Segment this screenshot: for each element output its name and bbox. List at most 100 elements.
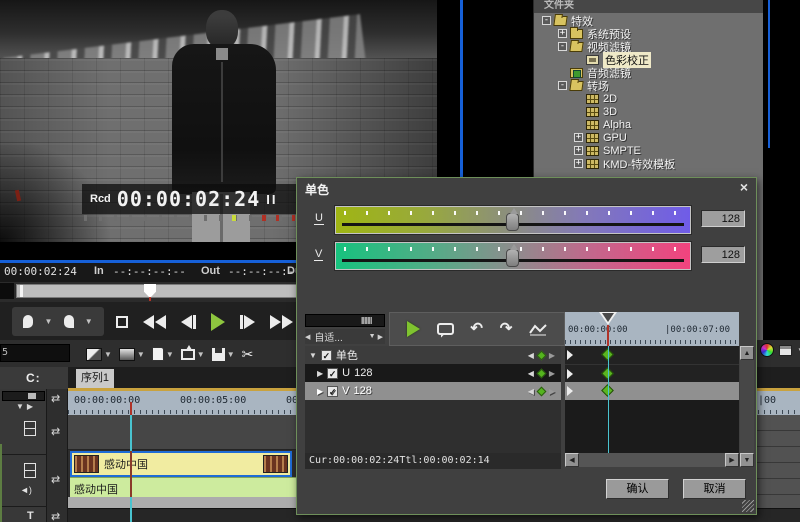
undo-button[interactable]: ↶ bbox=[470, 322, 483, 336]
row-expand-icon[interactable]: ▶ bbox=[317, 369, 323, 378]
resize-grip[interactable] bbox=[742, 500, 754, 512]
next-keyframe-icon[interactable]: ▶ bbox=[549, 387, 555, 396]
transition-tool-button[interactable]: ▼ bbox=[86, 348, 112, 361]
kf-row-v-selected[interactable]: ▶ ✓ V 128 ◀ ▶ bbox=[305, 382, 561, 400]
kf-track-v-selected[interactable] bbox=[565, 382, 739, 400]
transition-grid-icon bbox=[586, 159, 599, 169]
scroll-up-button[interactable]: ▲ bbox=[740, 346, 754, 360]
tree-item-audio-filters[interactable]: 音频滤镜 bbox=[534, 66, 763, 79]
collapse-toggle-icon[interactable]: - bbox=[558, 81, 567, 90]
cut-tool-icon[interactable]: ✂ bbox=[242, 346, 254, 363]
patch-swap-icon[interactable]: ⇄ bbox=[51, 510, 60, 522]
next-keyframe-icon[interactable]: ▶ bbox=[549, 351, 555, 360]
tree-item-transitions[interactable]: - 转场 bbox=[534, 79, 763, 92]
tree-item-kmd-template[interactable]: + KMD-特效模板 bbox=[534, 157, 763, 170]
kf-horizontal-scrollbar[interactable]: ◀ ▶ bbox=[565, 453, 739, 467]
collapse-toggle-icon[interactable]: - bbox=[558, 42, 567, 51]
play-button[interactable] bbox=[211, 313, 225, 331]
next-keyframe-icon[interactable]: ▶ bbox=[549, 369, 555, 378]
dialog-titlebar[interactable]: 单色 × bbox=[297, 178, 756, 198]
previous-frame-button[interactable] bbox=[181, 315, 196, 329]
v-value-field[interactable]: 128 bbox=[701, 246, 745, 263]
patch-swap-icon[interactable]: ⇄ bbox=[51, 392, 60, 405]
track-collapse-arrows[interactable]: ▼▶ bbox=[16, 402, 36, 411]
in-point-dropdown-icon[interactable]: ▼ bbox=[44, 317, 52, 326]
kf-track-monochrome[interactable] bbox=[565, 346, 739, 364]
curve-editor-icon[interactable] bbox=[529, 323, 547, 336]
save-button[interactable]: ▼ bbox=[212, 348, 235, 361]
confirm-button[interactable]: 确认 bbox=[606, 479, 669, 499]
set-in-point-icon[interactable] bbox=[23, 315, 33, 328]
tree-item-color-correction[interactable]: 色彩校正 bbox=[534, 53, 763, 66]
row-enabled-checkbox[interactable]: ✓ bbox=[327, 386, 338, 397]
tree-item-2d[interactable]: 2D bbox=[534, 92, 763, 105]
effect-icon bbox=[586, 55, 599, 65]
snap-magnet-toggle[interactable]: C: bbox=[0, 367, 68, 389]
expand-toggle-icon[interactable]: + bbox=[558, 29, 567, 38]
v-slider-thumb[interactable] bbox=[506, 249, 519, 267]
row-enabled-checkbox[interactable]: ✓ bbox=[327, 368, 338, 379]
kf-row-monochrome[interactable]: ▼ ✓ 单色 ◀ ▶ bbox=[305, 346, 561, 364]
add-keyframe-icon[interactable] bbox=[536, 386, 546, 396]
video-clip[interactable]: 感动中国 bbox=[70, 451, 292, 477]
set-out-point-icon[interactable] bbox=[64, 315, 74, 328]
dropdown-caret-icon[interactable]: ▼ bbox=[369, 333, 376, 340]
title-track-icon[interactable]: T bbox=[27, 510, 34, 522]
v-color-slider[interactable] bbox=[335, 242, 691, 270]
cancel-button[interactable]: 取消 bbox=[683, 479, 746, 499]
scroll-right-button[interactable]: ▶ bbox=[725, 453, 739, 467]
scroll-down-button[interactable]: ▼ bbox=[740, 453, 754, 467]
add-keyframe-icon[interactable] bbox=[536, 368, 546, 378]
u-color-slider[interactable] bbox=[335, 206, 691, 234]
window-layout-icon[interactable] bbox=[779, 345, 792, 356]
kf-vertical-scrollbar[interactable]: ▲ ▼ bbox=[740, 346, 754, 467]
tree-item-effects[interactable]: - 特效 bbox=[534, 14, 763, 27]
out-point-dropdown-icon[interactable]: ▼ bbox=[85, 317, 93, 326]
expand-toggle-icon[interactable]: + bbox=[574, 133, 583, 142]
track-height-slider[interactable] bbox=[2, 391, 45, 401]
comment-button[interactable] bbox=[437, 323, 454, 335]
keyframe-ruler[interactable]: 00:00:00:00 |00:00:07:00 bbox=[565, 312, 739, 346]
keyframe-zoom-slider[interactable] bbox=[305, 314, 385, 327]
prev-keyframe-icon[interactable]: ◀ bbox=[528, 387, 534, 396]
fit-mode-dropdown[interactable]: ◀ 自适... ▼ ▶ bbox=[305, 329, 385, 344]
stop-button[interactable] bbox=[116, 316, 128, 328]
scroll-left-button[interactable]: ◀ bbox=[565, 453, 579, 467]
audio-track-speaker-icon[interactable]: ◄) bbox=[20, 485, 32, 495]
fit-mode-value: 自适... bbox=[310, 329, 368, 344]
collapse-toggle-icon[interactable]: - bbox=[542, 16, 551, 25]
close-icon[interactable]: × bbox=[740, 179, 748, 195]
prev-keyframe-icon[interactable]: ◀ bbox=[528, 351, 534, 360]
patch-swap-icon[interactable]: ⇄ bbox=[51, 425, 60, 438]
color-wheel-icon[interactable] bbox=[760, 343, 774, 357]
patch-swap-icon[interactable]: ⇄ bbox=[51, 473, 60, 486]
tree-item-system-presets[interactable]: + 系统预设 bbox=[534, 27, 763, 40]
row-enabled-checkbox[interactable]: ✓ bbox=[321, 350, 332, 361]
add-keyframe-icon[interactable] bbox=[536, 350, 546, 360]
kf-row-u[interactable]: ▶ ✓ U 128 ◀ ▶ bbox=[305, 364, 561, 382]
tree-item-3d[interactable]: 3D bbox=[534, 105, 763, 118]
video-track-icon[interactable] bbox=[24, 421, 36, 436]
u-slider-thumb[interactable] bbox=[506, 213, 519, 231]
rewind-button[interactable] bbox=[143, 315, 166, 329]
row-expand-icon[interactable]: ▶ bbox=[317, 387, 323, 396]
expand-toggle-icon[interactable]: + bbox=[574, 146, 583, 155]
expand-toggle-icon[interactable]: + bbox=[574, 159, 583, 168]
new-sequence-button[interactable]: ▼ bbox=[152, 347, 174, 361]
fast-forward-button[interactable] bbox=[270, 315, 293, 329]
audio-clip[interactable]: 感动中国 bbox=[70, 477, 298, 497]
row-collapse-icon[interactable]: ▼ bbox=[309, 351, 317, 360]
next-frame-button[interactable] bbox=[240, 315, 255, 329]
tree-item-gpu[interactable]: + GPU bbox=[534, 131, 763, 144]
redo-button[interactable]: ↷ bbox=[500, 322, 513, 336]
keyframe-play-button[interactable] bbox=[407, 321, 420, 337]
prev-keyframe-icon[interactable]: ◀ bbox=[528, 369, 534, 378]
video-track-icon[interactable] bbox=[24, 463, 36, 478]
fade-tool-button[interactable]: ▼ bbox=[119, 348, 145, 361]
dropdown-right-arrow-icon[interactable]: ▶ bbox=[378, 333, 383, 341]
sequence-tab[interactable]: 序列1 bbox=[76, 369, 114, 388]
kf-track-u[interactable] bbox=[565, 364, 739, 382]
u-value-field[interactable]: 128 bbox=[701, 210, 745, 227]
tree-item-alpha[interactable]: Alpha bbox=[534, 118, 763, 131]
export-button[interactable]: ▼ bbox=[181, 349, 205, 360]
